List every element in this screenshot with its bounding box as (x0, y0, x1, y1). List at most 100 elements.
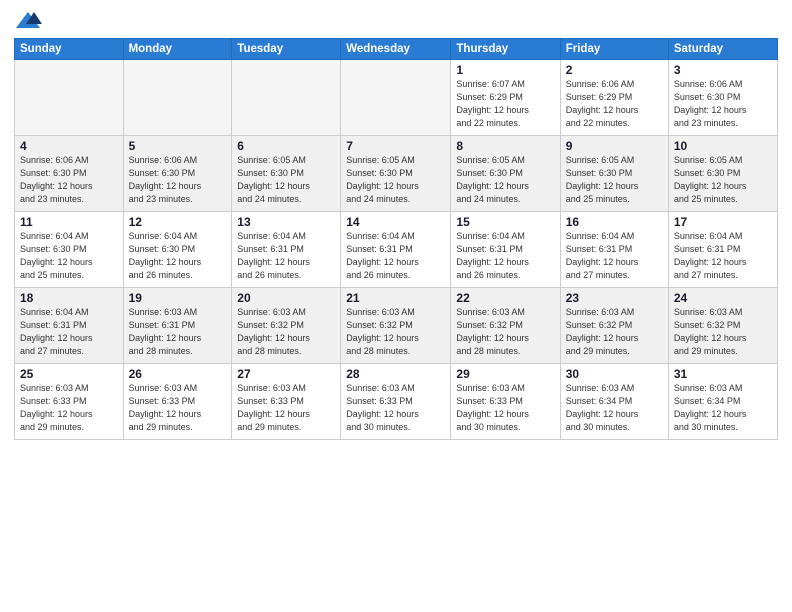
day-number: 5 (129, 139, 227, 153)
calendar-cell: 6Sunrise: 6:05 AM Sunset: 6:30 PM Daylig… (232, 136, 341, 212)
logo-icon (14, 10, 42, 32)
day-number: 20 (237, 291, 335, 305)
calendar-cell: 17Sunrise: 6:04 AM Sunset: 6:31 PM Dayli… (668, 212, 777, 288)
calendar-cell (15, 60, 124, 136)
day-info: Sunrise: 6:04 AM Sunset: 6:31 PM Dayligh… (20, 306, 118, 358)
day-number: 22 (456, 291, 554, 305)
day-info: Sunrise: 6:07 AM Sunset: 6:29 PM Dayligh… (456, 78, 554, 130)
week-row-2: 4Sunrise: 6:06 AM Sunset: 6:30 PM Daylig… (15, 136, 778, 212)
calendar-cell (123, 60, 232, 136)
day-info: Sunrise: 6:04 AM Sunset: 6:31 PM Dayligh… (346, 230, 445, 282)
day-number: 27 (237, 367, 335, 381)
calendar-cell: 3Sunrise: 6:06 AM Sunset: 6:30 PM Daylig… (668, 60, 777, 136)
page: SundayMondayTuesdayWednesdayThursdayFrid… (0, 0, 792, 612)
logo (14, 10, 46, 32)
day-number: 23 (566, 291, 663, 305)
day-info: Sunrise: 6:03 AM Sunset: 6:33 PM Dayligh… (456, 382, 554, 434)
calendar-cell: 18Sunrise: 6:04 AM Sunset: 6:31 PM Dayli… (15, 288, 124, 364)
day-number: 1 (456, 63, 554, 77)
day-info: Sunrise: 6:03 AM Sunset: 6:33 PM Dayligh… (237, 382, 335, 434)
day-info: Sunrise: 6:03 AM Sunset: 6:32 PM Dayligh… (566, 306, 663, 358)
calendar-cell: 27Sunrise: 6:03 AM Sunset: 6:33 PM Dayli… (232, 364, 341, 440)
day-info: Sunrise: 6:03 AM Sunset: 6:32 PM Dayligh… (674, 306, 772, 358)
day-number: 30 (566, 367, 663, 381)
day-info: Sunrise: 6:03 AM Sunset: 6:32 PM Dayligh… (346, 306, 445, 358)
calendar-cell: 13Sunrise: 6:04 AM Sunset: 6:31 PM Dayli… (232, 212, 341, 288)
calendar-cell: 10Sunrise: 6:05 AM Sunset: 6:30 PM Dayli… (668, 136, 777, 212)
calendar-cell: 8Sunrise: 6:05 AM Sunset: 6:30 PM Daylig… (451, 136, 560, 212)
day-number: 25 (20, 367, 118, 381)
day-info: Sunrise: 6:04 AM Sunset: 6:31 PM Dayligh… (456, 230, 554, 282)
day-number: 28 (346, 367, 445, 381)
day-info: Sunrise: 6:04 AM Sunset: 6:30 PM Dayligh… (20, 230, 118, 282)
day-number: 18 (20, 291, 118, 305)
week-row-5: 25 Sunrise: 6:03 AM Sunset: 6:33 PM Dayli… (15, 364, 778, 440)
day-info: Sunrise: 6:04 AM Sunset: 6:31 PM Dayligh… (674, 230, 772, 282)
day-info: Sunrise: 6:05 AM Sunset: 6:30 PM Dayligh… (237, 154, 335, 206)
week-row-1: 1Sunrise: 6:07 AM Sunset: 6:29 PM Daylig… (15, 60, 778, 136)
day-number: 17 (674, 215, 772, 229)
day-number: 8 (456, 139, 554, 153)
calendar-cell: 20Sunrise: 6:03 AM Sunset: 6:32 PM Dayli… (232, 288, 341, 364)
day-number: 24 (674, 291, 772, 305)
day-info: Sunrise: 6:05 AM Sunset: 6:30 PM Dayligh… (346, 154, 445, 206)
week-row-3: 11Sunrise: 6:04 AM Sunset: 6:30 PM Dayli… (15, 212, 778, 288)
day-number: 3 (674, 63, 772, 77)
day-info: Sunrise: 6:06 AM Sunset: 6:29 PM Dayligh… (566, 78, 663, 130)
calendar-cell: 4Sunrise: 6:06 AM Sunset: 6:30 PM Daylig… (15, 136, 124, 212)
weekday-header-saturday: Saturday (668, 39, 777, 60)
day-number: 6 (237, 139, 335, 153)
day-info: Sunrise: 6:05 AM Sunset: 6:30 PM Dayligh… (456, 154, 554, 206)
calendar-cell: 26Sunrise: 6:03 AM Sunset: 6:33 PM Dayli… (123, 364, 232, 440)
week-row-4: 18Sunrise: 6:04 AM Sunset: 6:31 PM Dayli… (15, 288, 778, 364)
calendar-cell (341, 60, 451, 136)
day-number: 29 (456, 367, 554, 381)
day-info: Sunrise: 6:03 AM Sunset: 6:32 PM Dayligh… (456, 306, 554, 358)
day-number: 31 (674, 367, 772, 381)
calendar-cell: 24Sunrise: 6:03 AM Sunset: 6:32 PM Dayli… (668, 288, 777, 364)
weekday-header-monday: Monday (123, 39, 232, 60)
calendar-cell: 29Sunrise: 6:03 AM Sunset: 6:33 PM Dayli… (451, 364, 560, 440)
day-info: Sunrise: 6:04 AM Sunset: 6:31 PM Dayligh… (237, 230, 335, 282)
calendar-cell: 5Sunrise: 6:06 AM Sunset: 6:30 PM Daylig… (123, 136, 232, 212)
day-number: 13 (237, 215, 335, 229)
calendar-table: SundayMondayTuesdayWednesdayThursdayFrid… (14, 38, 778, 440)
calendar-cell: 9Sunrise: 6:05 AM Sunset: 6:30 PM Daylig… (560, 136, 668, 212)
day-number: 26 (129, 367, 227, 381)
header (14, 10, 778, 32)
calendar-cell: 7Sunrise: 6:05 AM Sunset: 6:30 PM Daylig… (341, 136, 451, 212)
calendar-cell: 2Sunrise: 6:06 AM Sunset: 6:29 PM Daylig… (560, 60, 668, 136)
day-number: 21 (346, 291, 445, 305)
calendar-cell: 31Sunrise: 6:03 AM Sunset: 6:34 PM Dayli… (668, 364, 777, 440)
weekday-header-row: SundayMondayTuesdayWednesdayThursdayFrid… (15, 39, 778, 60)
day-number: 15 (456, 215, 554, 229)
calendar-cell: 1Sunrise: 6:07 AM Sunset: 6:29 PM Daylig… (451, 60, 560, 136)
day-info: Sunrise: 6:06 AM Sunset: 6:30 PM Dayligh… (20, 154, 118, 206)
day-info: Sunrise: 6:06 AM Sunset: 6:30 PM Dayligh… (674, 78, 772, 130)
day-number: 9 (566, 139, 663, 153)
weekday-header-thursday: Thursday (451, 39, 560, 60)
calendar-cell: 12Sunrise: 6:04 AM Sunset: 6:30 PM Dayli… (123, 212, 232, 288)
day-info: Sunrise: 6:03 AM Sunset: 6:32 PM Dayligh… (237, 306, 335, 358)
day-number: 10 (674, 139, 772, 153)
calendar-cell: 19Sunrise: 6:03 AM Sunset: 6:31 PM Dayli… (123, 288, 232, 364)
calendar-cell: 30Sunrise: 6:03 AM Sunset: 6:34 PM Dayli… (560, 364, 668, 440)
day-info: Sunrise: 6:03 AM Sunset: 6:31 PM Dayligh… (129, 306, 227, 358)
day-number: 7 (346, 139, 445, 153)
calendar-cell: 28Sunrise: 6:03 AM Sunset: 6:33 PM Dayli… (341, 364, 451, 440)
day-info: Sunrise: 6:03 AM Sunset: 6:33 PM Dayligh… (129, 382, 227, 434)
day-info: Sunrise: 6:05 AM Sunset: 6:30 PM Dayligh… (566, 154, 663, 206)
day-info: Sunrise: 6:05 AM Sunset: 6:30 PM Dayligh… (674, 154, 772, 206)
weekday-header-tuesday: Tuesday (232, 39, 341, 60)
day-info: Sunrise: 6:06 AM Sunset: 6:30 PM Dayligh… (129, 154, 227, 206)
day-number: 4 (20, 139, 118, 153)
calendar-cell: 25Sunrise: 6:03 AM Sunset: 6:33 PM Dayli… (15, 364, 124, 440)
day-info: Sunrise: 6:04 AM Sunset: 6:31 PM Dayligh… (566, 230, 663, 282)
calendar-cell: 22Sunrise: 6:03 AM Sunset: 6:32 PM Dayli… (451, 288, 560, 364)
weekday-header-wednesday: Wednesday (341, 39, 451, 60)
day-number: 12 (129, 215, 227, 229)
calendar-cell: 15Sunrise: 6:04 AM Sunset: 6:31 PM Dayli… (451, 212, 560, 288)
day-number: 19 (129, 291, 227, 305)
day-number: 2 (566, 63, 663, 77)
calendar-cell: 21Sunrise: 6:03 AM Sunset: 6:32 PM Dayli… (341, 288, 451, 364)
